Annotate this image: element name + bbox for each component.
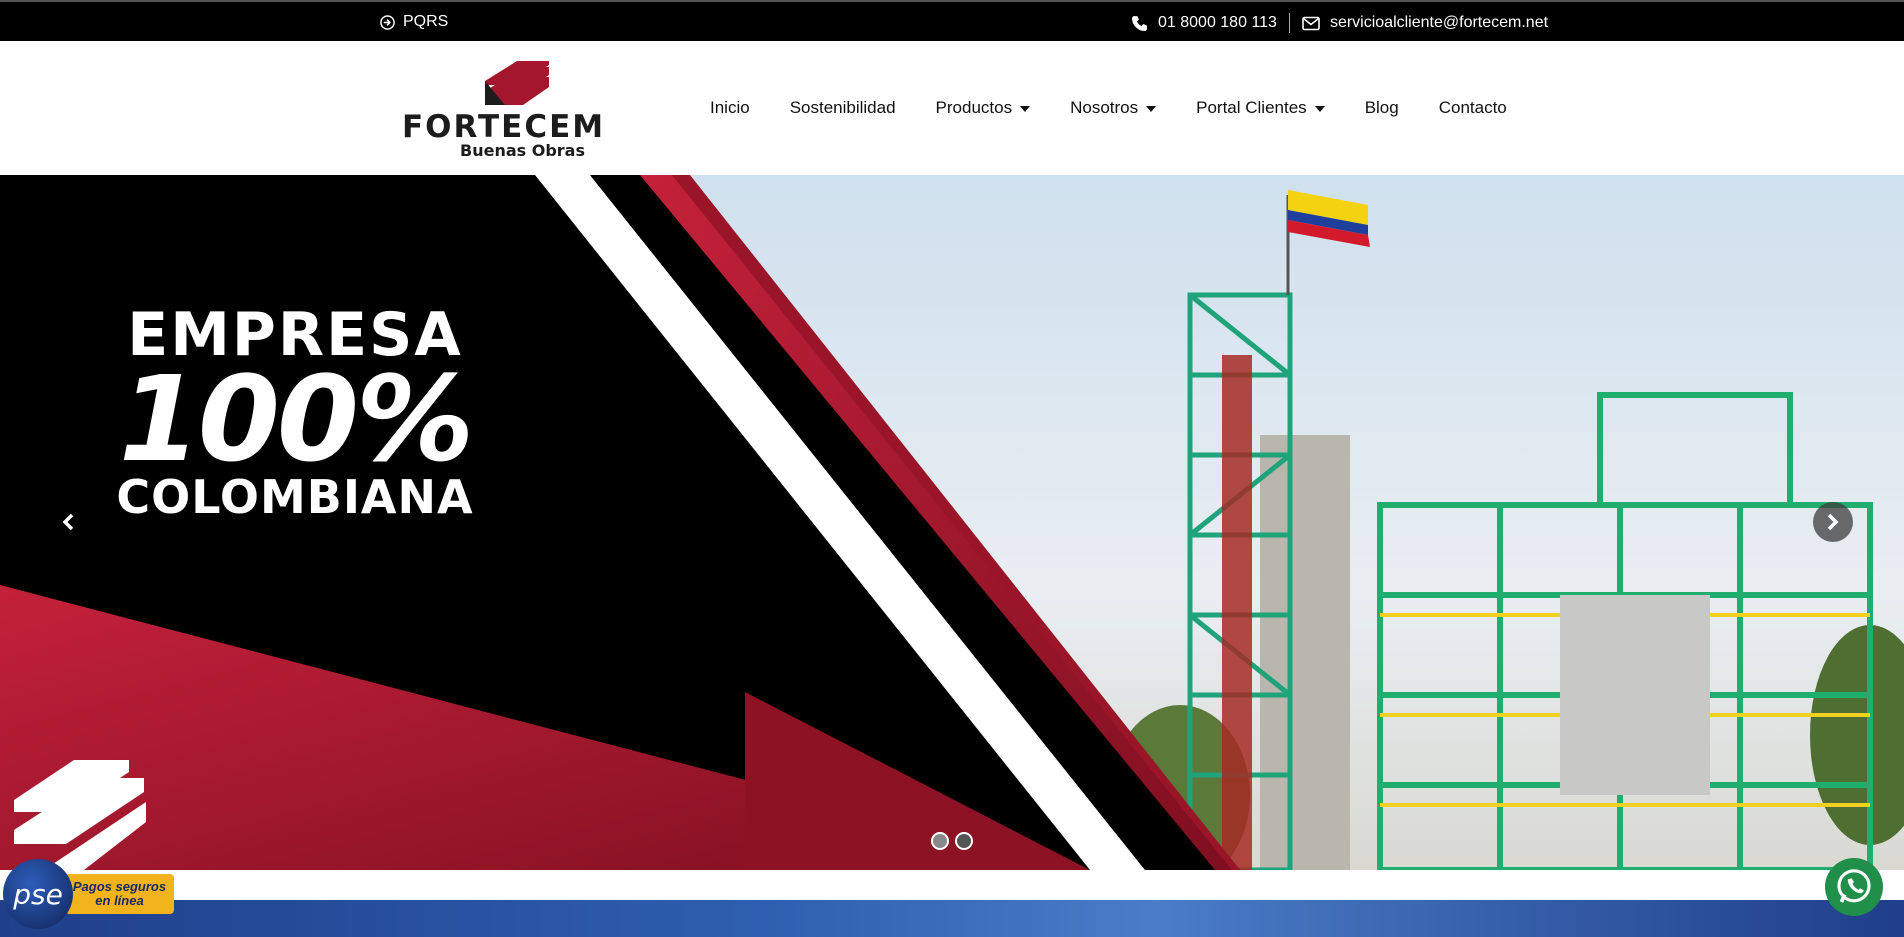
envelope-icon — [1302, 16, 1320, 31]
pse-logo-text: pse — [13, 877, 63, 911]
pse-badge: Pagos seguros en línea — [65, 874, 174, 914]
logo-mark-icon — [485, 61, 549, 105]
nav-item-productos[interactable]: Productos — [936, 98, 1031, 118]
nav-item-contacto[interactable]: Contacto — [1439, 98, 1507, 118]
nav-item-sostenibilidad[interactable]: Sostenibilidad — [790, 98, 896, 118]
hero-slider: EMPRESA 100% COLOMBIANA — [0, 175, 1904, 870]
nav-item-inicio[interactable]: Inicio — [710, 98, 750, 118]
phone-number[interactable]: 01 8000 180 113 — [1158, 14, 1277, 32]
caret-down-icon — [1020, 106, 1031, 112]
main-nav: Inicio Sostenibilidad Productos Nosotros… — [710, 98, 1547, 118]
caret-down-icon — [1314, 106, 1325, 112]
headline-line-3: COLOMBIANA — [116, 470, 474, 524]
headline-line-2: 100% — [118, 350, 475, 488]
divider — [1288, 13, 1290, 33]
email-link[interactable]: servicioalcliente@fortecem.net — [1330, 14, 1548, 32]
slider-next-button[interactable] — [1813, 502, 1853, 542]
nav-label: Contacto — [1438, 98, 1507, 117]
logo-tagline: Buenas Obras — [460, 141, 585, 160]
slider-prev-button[interactable] — [48, 502, 88, 542]
chevron-left-icon — [62, 513, 74, 531]
nav-label: Inicio — [710, 98, 750, 117]
pqrs-label: PQRS — [403, 13, 449, 30]
slider-dot-1[interactable] — [931, 832, 949, 850]
pse-payment-widget[interactable]: Pagos seguros en línea pse — [0, 857, 175, 929]
nav-item-blog[interactable]: Blog — [1365, 98, 1399, 118]
phone-icon — [1131, 15, 1148, 32]
logo-brand: FORTECEM — [402, 109, 606, 145]
slider-dot-2[interactable] — [955, 832, 973, 850]
site-header: FORTECEM Buenas Obras Inicio Sostenibili… — [0, 41, 1904, 175]
top-bar: PQRS 01 8000 180 113 servicioalcliente@f… — [0, 0, 1904, 41]
chevron-right-icon — [1827, 513, 1839, 531]
nav-item-nosotros[interactable]: Nosotros — [1070, 98, 1157, 118]
arrow-circle-icon — [380, 14, 395, 30]
nav-label: Nosotros — [1070, 98, 1139, 117]
contact-info: 01 8000 180 113 servicioalcliente@fortec… — [1131, 13, 1548, 33]
nav-label: Productos — [935, 98, 1013, 117]
fortecem-logo[interactable]: FORTECEM Buenas Obras — [400, 59, 635, 163]
caret-down-icon — [1146, 106, 1157, 112]
nav-label: Blog — [1364, 98, 1399, 117]
nav-label: Portal Clientes — [1196, 98, 1307, 117]
nav-label: Sostenibilidad — [789, 98, 896, 117]
whatsapp-icon — [1837, 869, 1871, 903]
hero-headline: EMPRESA 100% COLOMBIANA — [105, 303, 485, 523]
slider-pagination — [931, 832, 973, 850]
whatsapp-button[interactable] — [1825, 858, 1883, 916]
nav-item-portal-clientes[interactable]: Portal Clientes — [1196, 98, 1325, 118]
pse-logo: pse — [3, 859, 73, 929]
pqrs-link[interactable]: PQRS — [380, 13, 448, 31]
next-section-preview — [0, 900, 1904, 937]
pse-badge-text: Pagos seguros en línea — [72, 879, 167, 908]
